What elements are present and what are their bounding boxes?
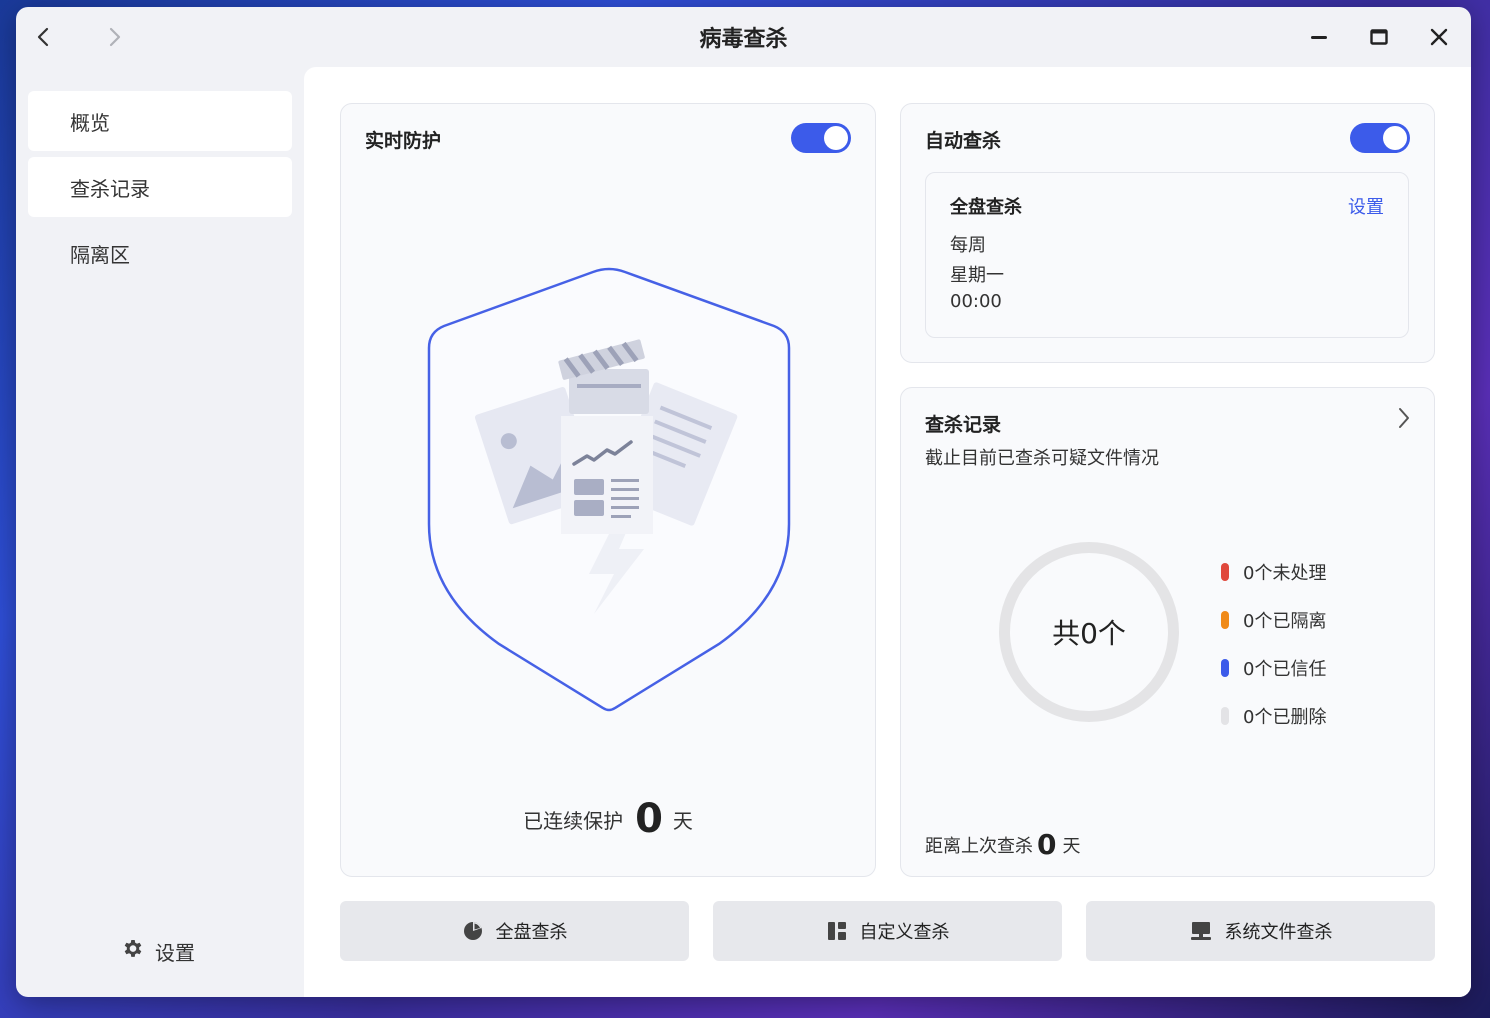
last-scan-days: 0 (1037, 828, 1057, 861)
protection-prefix: 已连续保护 (523, 809, 624, 833)
sidebar-item-label: 隔离区 (70, 242, 130, 267)
custom-scan-button[interactable]: 自定义查杀 (713, 901, 1062, 961)
realtime-protection-toggle[interactable] (791, 123, 851, 153)
legend-dot (1221, 707, 1229, 725)
sidebar-item-scan-records[interactable]: 查杀记录 (28, 157, 292, 217)
schedule-title: 全盘查杀 (950, 197, 1022, 218)
maximize-button[interactable] (1361, 19, 1397, 55)
custom-scan-label: 自定义查杀 (859, 922, 950, 943)
last-scan-prefix: 距离上次查杀 (925, 836, 1033, 857)
sidebar-settings-button[interactable]: 设置 (121, 937, 195, 966)
legend-item-unhandled: 0个未处理 (1221, 548, 1326, 596)
chevron-left-icon (37, 27, 49, 47)
records-total: 共0个 (1052, 617, 1126, 650)
protection-days: 0 (635, 796, 663, 842)
forward-button[interactable] (98, 21, 130, 53)
legend-label: 0个已信任 (1243, 659, 1327, 680)
auto-scan-panel: 自动查杀 全盘查杀 设置 每周 星期一 00:00 (900, 103, 1435, 363)
records-donut: 共0个 (999, 542, 1179, 722)
schedule-time: 00:00 (950, 291, 1002, 312)
sidebar-item-quarantine[interactable]: 隔离区 (28, 223, 292, 283)
legend-item-quarantined: 0个已隔离 (1221, 596, 1326, 644)
scan-records-panel[interactable]: 查杀记录 截止目前已查杀可疑文件情况 共0个 0个未处理 0个已隔离 0个已信任… (900, 387, 1435, 877)
gear-icon (121, 937, 145, 966)
system-file-scan-label: 系统文件查杀 (1224, 922, 1333, 943)
protection-unit: 天 (672, 809, 693, 833)
sidebar: 概览 查杀记录 隔离区 设置 (16, 67, 304, 997)
back-button[interactable] (28, 21, 60, 53)
chevron-right-icon[interactable] (1397, 406, 1411, 430)
titlebar: 病毒查杀 (16, 7, 1471, 67)
close-icon (1430, 28, 1448, 46)
shield-illustration (427, 267, 791, 712)
schedule-settings-link[interactable]: 设置 (1348, 193, 1384, 219)
sidebar-item-overview[interactable]: 概览 (28, 91, 292, 151)
schedule-frequency: 每周 (950, 235, 986, 256)
auto-scan-title: 自动查杀 (925, 130, 1002, 152)
realtime-protection-panel: 实时防护 已连续保护 0 天 (340, 103, 876, 877)
computer-icon (1189, 920, 1213, 942)
legend-label: 0个已隔离 (1243, 611, 1327, 632)
realtime-protection-title: 实时防护 (365, 130, 442, 152)
protection-duration: 已连续保护 0 天 (341, 796, 875, 842)
auto-scan-toggle[interactable] (1350, 123, 1410, 153)
legend-label: 0个未处理 (1243, 563, 1327, 584)
legend-dot (1221, 563, 1229, 581)
pie-chart-icon (462, 920, 484, 942)
layout-icon (826, 920, 848, 942)
legend-dot (1221, 611, 1229, 629)
close-button[interactable] (1421, 19, 1457, 55)
schedule-weekday: 星期一 (950, 265, 1004, 286)
scan-records-subtitle: 截止目前已查杀可疑文件情况 (925, 448, 1159, 469)
maximize-icon (1370, 29, 1388, 45)
system-file-scan-button[interactable]: 系统文件查杀 (1086, 901, 1435, 961)
schedule-card: 全盘查杀 设置 每周 星期一 00:00 (925, 172, 1409, 338)
sidebar-item-label: 查杀记录 (70, 176, 150, 201)
minimize-button[interactable] (1301, 19, 1337, 55)
full-scan-label: 全盘查杀 (495, 922, 568, 943)
chevron-right-icon (109, 27, 121, 47)
settings-label: 设置 (155, 941, 195, 965)
main-content: 实时防护 已连续保护 0 天 自动查杀 全盘查杀 设置 每周 星期一 00:00… (304, 67, 1471, 997)
app-window: 病毒查杀 概览 查杀记录 隔离区 设置 实时防护 已连续保护 0 天 自动查杀 … (16, 7, 1471, 997)
legend-item-deleted: 0个已删除 (1221, 692, 1326, 740)
window-title: 病毒查杀 (699, 27, 788, 52)
last-scan-info: 距离上次查杀 0 天 (925, 828, 1080, 861)
records-legend: 0个未处理 0个已隔离 0个已信任 0个已删除 (1221, 548, 1326, 740)
sidebar-item-label: 概览 (70, 110, 110, 135)
last-scan-unit: 天 (1062, 836, 1081, 857)
full-scan-button[interactable]: 全盘查杀 (340, 901, 689, 961)
legend-dot (1221, 659, 1229, 677)
minimize-icon (1311, 36, 1327, 39)
legend-label: 0个已删除 (1243, 707, 1327, 728)
legend-item-trusted: 0个已信任 (1221, 644, 1326, 692)
scan-records-title: 查杀记录 (925, 414, 1002, 436)
